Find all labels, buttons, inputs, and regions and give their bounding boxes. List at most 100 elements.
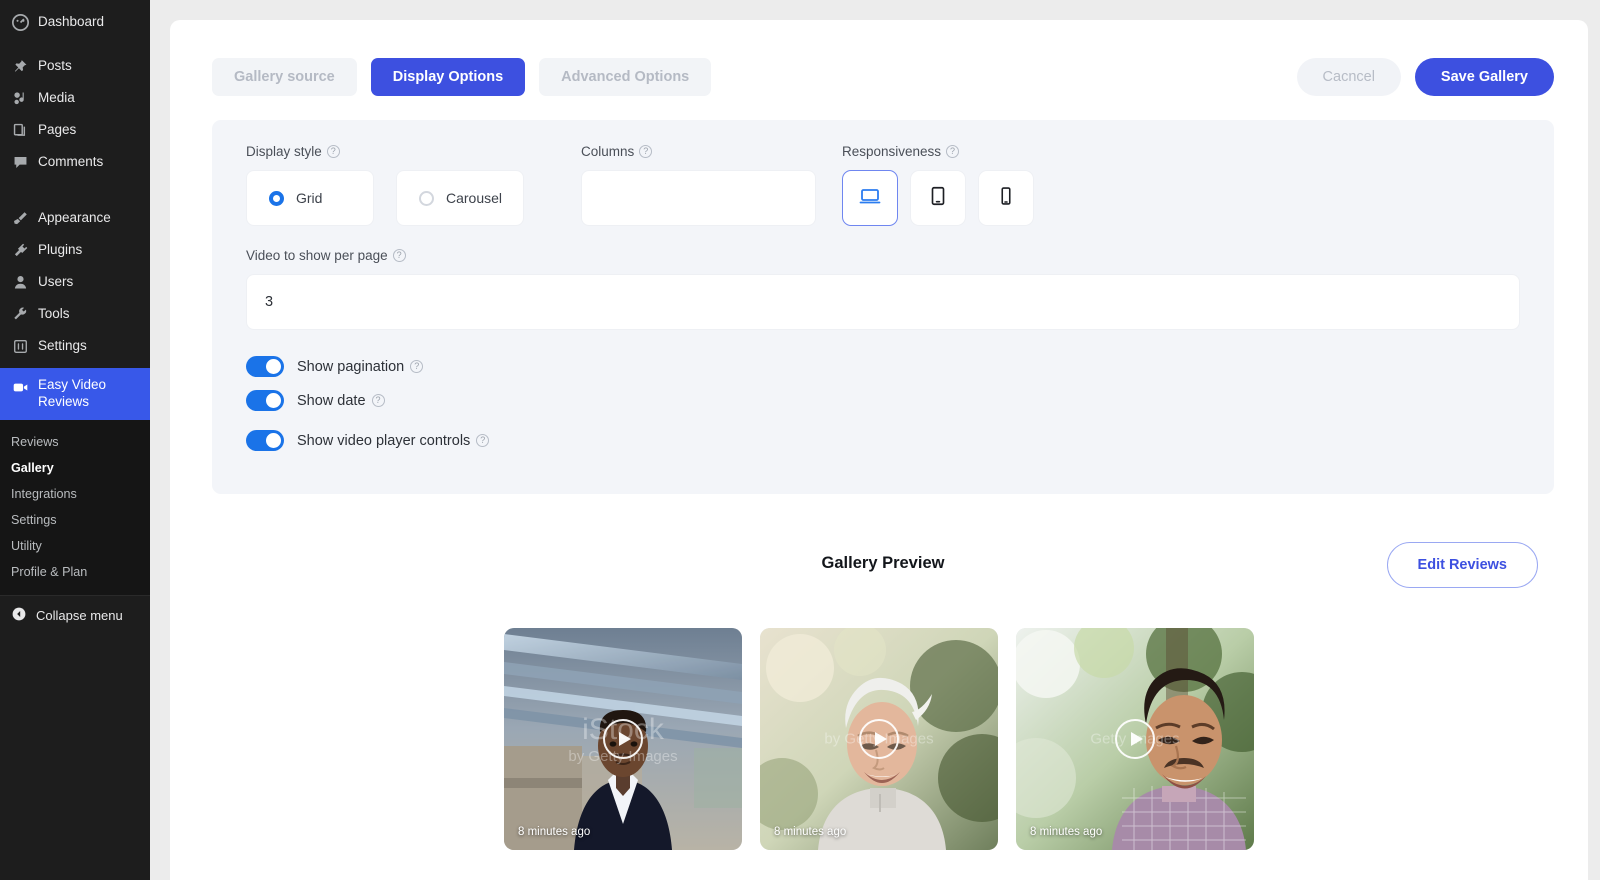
gallery-preview-header: Gallery Preview Edit Reviews — [212, 542, 1554, 600]
sidebar-label: Users — [38, 273, 74, 289]
help-icon[interactable]: ? — [371, 394, 385, 407]
collapse-menu-button[interactable]: Collapse menu — [0, 594, 150, 635]
display-style-options: Grid Carousel — [246, 170, 561, 226]
submenu-item-reviews[interactable]: Reviews — [0, 429, 150, 455]
toggle-label-show-video-player-controls: Show video player controls — [297, 432, 471, 449]
toggle-show-date[interactable] — [246, 390, 284, 411]
help-icon[interactable]: ? — [392, 249, 406, 262]
columns-label-wrap: Columns ? — [581, 144, 816, 159]
cancel-button[interactable]: Cacncel — [1296, 58, 1401, 96]
help-icon[interactable]: ? — [946, 145, 960, 158]
video-card[interactable]: Getty Images 8 minutes ago — [1016, 628, 1254, 850]
submenu-item-settings[interactable]: Settings — [0, 507, 150, 533]
videos-per-page-label: Video to show per page — [246, 248, 388, 263]
video-camera-icon — [11, 378, 29, 396]
sidebar-label: Posts — [38, 57, 72, 73]
sidebar-item-dashboard[interactable]: Dashboard — [0, 6, 150, 38]
media-icon — [11, 89, 29, 107]
columns-input[interactable] — [581, 170, 816, 226]
toggle-show-video-player-controls[interactable] — [246, 430, 284, 451]
sidebar-item-posts[interactable]: Posts — [0, 50, 150, 82]
radio-label-carousel: Carousel — [446, 190, 503, 206]
wordpress-admin-sidebar: Dashboard Posts Media Pages Comments App… — [0, 0, 150, 880]
sidebar-label: Settings — [38, 337, 87, 353]
sidebar-item-pages[interactable]: Pages — [0, 114, 150, 146]
gallery-preview-grid: iStock by Getty Images 8 minutes ago by … — [170, 628, 1588, 850]
sidebar-label: Easy Video Reviews — [38, 377, 107, 409]
sidebar-submenu: Reviews Gallery Integrations Settings Ut… — [0, 419, 150, 595]
mobile-icon — [996, 186, 1016, 211]
sidebar-label: Tools — [38, 305, 70, 321]
user-icon — [11, 273, 29, 291]
submenu-item-profile-plan[interactable]: Profile & Plan — [0, 559, 150, 585]
videos-per-page-field: Video to show per page ? — [246, 248, 1520, 330]
sidebar-item-appearance[interactable]: Appearance — [0, 202, 150, 234]
radio-label-grid: Grid — [296, 190, 323, 206]
tab-gallery-source[interactable]: Gallery source — [212, 58, 357, 96]
tab-display-options[interactable]: Display Options — [370, 58, 526, 96]
help-icon[interactable]: ? — [326, 145, 340, 158]
video-card[interactable]: by Getty Images 8 minutes ago — [760, 628, 998, 850]
help-icon[interactable]: ? — [476, 434, 490, 447]
sidebar-item-tools[interactable]: Tools — [0, 298, 150, 330]
sidebar-item-users[interactable]: Users — [0, 266, 150, 298]
submenu-item-utility[interactable]: Utility — [0, 533, 150, 559]
radio-option-grid[interactable]: Grid — [246, 170, 374, 226]
videos-per-page-label-wrap: Video to show per page ? — [246, 248, 1520, 263]
desktop-icon — [858, 184, 882, 213]
play-icon[interactable] — [859, 719, 899, 759]
wrench-icon — [11, 305, 29, 323]
sidebar-item-easy-video-reviews[interactable]: Easy Video Reviews — [0, 368, 150, 420]
responsiveness-field: Responsiveness ? — [842, 144, 1034, 226]
toggle-show-pagination[interactable] — [246, 356, 284, 377]
responsiveness-option-desktop[interactable] — [842, 170, 898, 226]
editor-toolbar: Gallery source Display Options Advanced … — [170, 20, 1588, 96]
responsiveness-option-tablet[interactable] — [910, 170, 966, 226]
display-style-label-wrap: Display style ? — [246, 144, 561, 159]
video-timestamp: 8 minutes ago — [1030, 826, 1103, 838]
sidebar-item-media[interactable]: Media — [0, 82, 150, 114]
submenu-item-gallery[interactable]: Gallery — [0, 455, 150, 481]
help-icon[interactable]: ? — [639, 145, 653, 158]
sidebar-divider — [0, 184, 150, 196]
toggle-row-show-video-player-controls: Show video player controls ? — [246, 430, 1520, 451]
videos-per-page-input[interactable] — [246, 274, 1520, 330]
save-gallery-button[interactable]: Save Gallery — [1414, 58, 1554, 96]
play-icon[interactable] — [603, 719, 643, 759]
pin-icon — [11, 57, 29, 75]
toggle-row-show-date: Show date ? — [246, 390, 1520, 411]
tab-advanced-options[interactable]: Advanced Options — [539, 58, 712, 96]
video-timestamp: 8 minutes ago — [774, 826, 847, 838]
video-card[interactable]: iStock by Getty Images 8 minutes ago — [504, 628, 742, 850]
responsiveness-option-mobile[interactable] — [978, 170, 1034, 226]
brush-icon — [11, 209, 29, 227]
toggle-label-show-pagination: Show pagination — [297, 358, 405, 375]
video-timestamp: 8 minutes ago — [518, 826, 591, 838]
toggle-label-show-date: Show date — [297, 392, 366, 409]
play-icon[interactable] — [1115, 719, 1155, 759]
main-content-area: Gallery source Display Options Advanced … — [150, 0, 1600, 880]
edit-reviews-button[interactable]: Edit Reviews — [1386, 542, 1538, 588]
toggle-row-show-pagination: Show pagination ? — [246, 356, 1520, 377]
sidebar-item-plugins[interactable]: Plugins — [0, 234, 150, 266]
submenu-item-integrations[interactable]: Integrations — [0, 481, 150, 507]
tablet-icon — [927, 185, 949, 212]
display-options-panel: Display style ? Grid Carousel Columns ? … — [212, 120, 1554, 494]
toggle-label-wrap: Show pagination ? — [297, 358, 424, 375]
sidebar-label: Media — [38, 89, 75, 105]
responsiveness-label: Responsiveness — [842, 144, 942, 159]
sidebar-item-settings[interactable]: Settings — [0, 330, 150, 362]
comment-icon — [11, 153, 29, 171]
sidebar-item-comments[interactable]: Comments — [0, 146, 150, 178]
toggle-label-wrap: Show date ? — [297, 393, 385, 409]
radio-option-carousel[interactable]: Carousel — [396, 170, 524, 226]
settings-first-row: Display style ? Grid Carousel Columns ? … — [246, 144, 1520, 226]
columns-label: Columns — [581, 144, 635, 159]
plug-icon — [11, 241, 29, 259]
sidebar-label: Plugins — [38, 241, 83, 257]
pages-icon — [11, 121, 29, 139]
responsiveness-options — [842, 170, 1034, 226]
help-icon[interactable]: ? — [410, 360, 424, 373]
toggle-label-wrap: Show video player controls ? — [297, 432, 490, 449]
